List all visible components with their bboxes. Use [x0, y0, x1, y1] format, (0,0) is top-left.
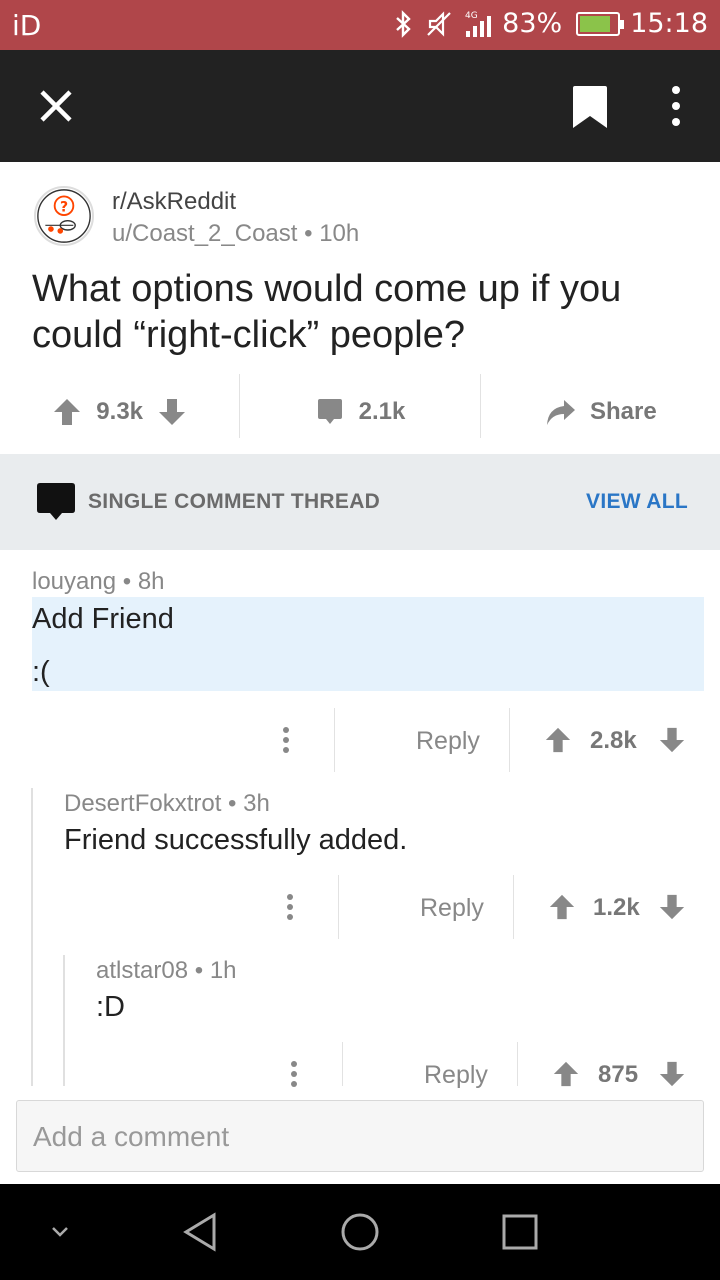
byline-dot: •	[304, 220, 320, 247]
comment-meta: DesertFokxtrot • 3h	[64, 790, 270, 818]
comments-button[interactable]: 2.1k	[240, 374, 479, 450]
comment-icon	[317, 399, 342, 424]
comment-author[interactable]: atlstar08	[96, 957, 188, 984]
divider	[509, 708, 510, 772]
meta-dot: •	[194, 957, 210, 984]
upvote-icon[interactable]	[548, 893, 576, 921]
post-byline: u/Coast_2_Coast • 10h	[112, 220, 359, 248]
reply-button[interactable]: Reply	[416, 727, 480, 756]
downvote-icon[interactable]	[157, 397, 187, 427]
thread-label: SINGLE COMMENT THREAD	[88, 490, 381, 513]
comment-text: :D	[96, 991, 125, 1023]
bookmark-icon[interactable]	[568, 84, 612, 130]
more-vertical-icon[interactable]	[281, 726, 291, 754]
meta-dot: •	[122, 568, 138, 595]
divider	[334, 708, 335, 772]
recents-icon[interactable]	[502, 1214, 538, 1250]
status-icons: 4G 83% 15:18	[390, 8, 708, 39]
comment-text: Add Friend	[32, 603, 174, 635]
comment-text: Friend successfully added.	[64, 824, 408, 856]
back-icon[interactable]	[182, 1212, 220, 1252]
post-title: What options would come up if you could …	[32, 268, 622, 356]
upvote-icon[interactable]	[552, 1060, 580, 1088]
subreddit-name[interactable]: r/AskReddit	[112, 188, 236, 216]
downvote-icon[interactable]	[658, 726, 686, 754]
comment-score: 1.2k	[593, 894, 640, 921]
divider	[342, 1042, 343, 1086]
view-all-link[interactable]: VIEW ALL	[586, 490, 688, 514]
more-vertical-icon[interactable]	[660, 84, 692, 130]
thread-indent-line	[31, 788, 33, 1086]
share-label: Share	[589, 398, 657, 425]
comment-score: 875	[598, 1061, 639, 1088]
network-type-label: 4G	[465, 11, 478, 21]
more-vertical-icon[interactable]	[289, 1060, 299, 1088]
comment-author[interactable]: DesertFokxtrot	[64, 790, 221, 817]
thread-indent-line	[63, 955, 65, 1086]
upvote-icon[interactable]	[544, 726, 572, 754]
meta-dot: •	[228, 790, 244, 817]
comment-meta: louyang • 8h	[32, 568, 165, 596]
comment-text: :(	[32, 656, 50, 688]
signal-icon: 4G	[465, 11, 492, 37]
bluetooth-icon	[396, 9, 411, 38]
muted-icon	[427, 10, 451, 37]
subreddit-avatar[interactable]: ?	[34, 186, 94, 246]
post-age: 10h	[319, 220, 360, 247]
clock: 15:18	[630, 8, 708, 39]
post-header: ? r/AskReddit u/Coast_2_Coast • 10h What…	[0, 162, 720, 454]
system-nav-bar	[0, 1184, 720, 1280]
comment-score: 2.8k	[590, 727, 637, 754]
single-thread-banner: SINGLE COMMENT THREAD VIEW ALL	[0, 454, 720, 550]
svg-text:?: ?	[60, 199, 68, 215]
comment-count: 2.1k	[358, 398, 406, 425]
home-icon[interactable]	[340, 1212, 380, 1252]
status-bar: iD 4G 83% 15:18	[0, 0, 720, 50]
comment-thread-icon	[37, 483, 75, 520]
downvote-icon[interactable]	[658, 1060, 686, 1088]
reply-button[interactable]: Reply	[420, 894, 484, 923]
comment-placeholder: Add a comment	[33, 1121, 230, 1152]
downvote-icon[interactable]	[658, 893, 686, 921]
comment-meta: atlstar08 • 1h	[96, 957, 237, 985]
comment-age: 1h	[209, 957, 237, 984]
chevron-down-icon[interactable]	[48, 1222, 72, 1242]
comment-age: 3h	[243, 790, 270, 817]
divider	[338, 875, 339, 939]
share-icon	[546, 400, 575, 425]
battery-percent: 83%	[502, 8, 563, 39]
post-author[interactable]: u/Coast_2_Coast	[112, 220, 297, 247]
post-actions: 9.3k 2.1k Share	[0, 374, 720, 450]
battery-icon	[576, 11, 625, 36]
app-toolbar	[0, 50, 720, 162]
divider	[513, 875, 514, 939]
upvote-icon[interactable]	[52, 397, 82, 427]
post-score: 9.3k	[96, 398, 144, 425]
comment-age: 8h	[137, 568, 165, 595]
more-vertical-icon[interactable]	[285, 893, 295, 921]
divider	[517, 1042, 518, 1086]
vote-group: 9.3k	[0, 374, 239, 450]
reply-button[interactable]: Reply	[424, 1061, 488, 1090]
add-comment-field[interactable]: Add a comment	[16, 1100, 704, 1172]
comment-author[interactable]: louyang	[32, 568, 116, 595]
carrier-label: iD	[12, 9, 42, 42]
share-button[interactable]: Share	[481, 374, 720, 450]
close-icon[interactable]	[32, 82, 80, 130]
